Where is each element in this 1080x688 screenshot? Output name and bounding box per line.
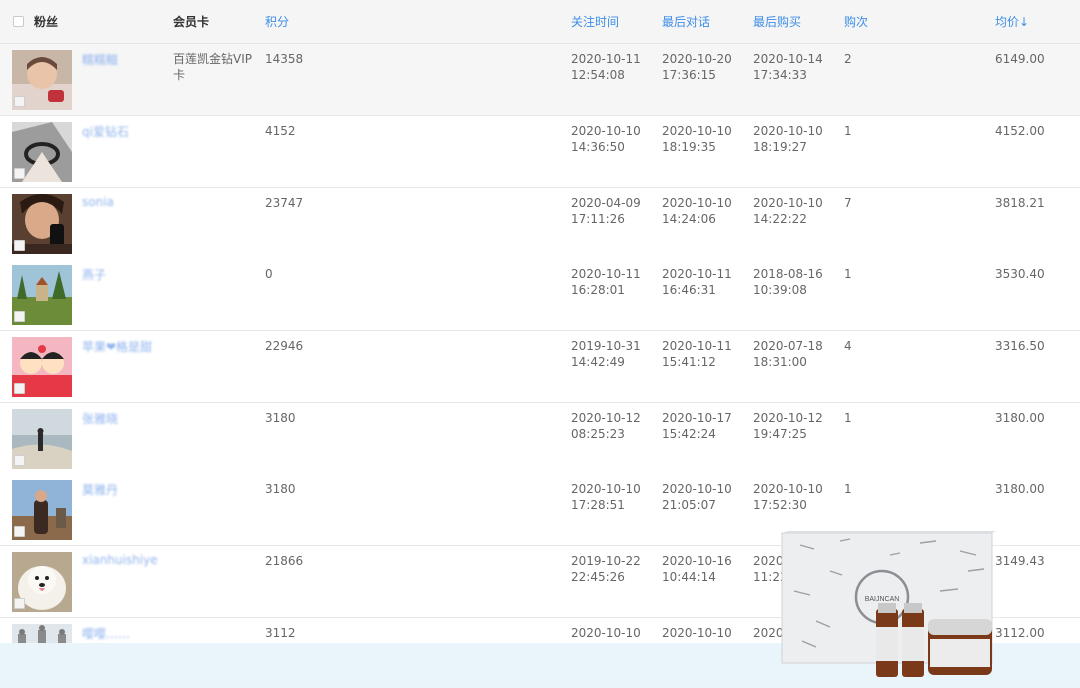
row-checkbox[interactable] bbox=[14, 96, 25, 107]
avg-price: 3149.43 bbox=[995, 554, 1045, 568]
fan-name-link[interactable]: qi爱钻石 bbox=[82, 123, 129, 140]
table-row: sonia 23747 2020-04-09 17:11:26 2020-10-1… bbox=[0, 188, 1080, 260]
buy-count: 4 bbox=[844, 339, 852, 353]
buy-count: 1 bbox=[844, 124, 852, 138]
last-chat-time: 2020-10-10 21:05:07 bbox=[662, 482, 732, 512]
last-buy-time: 2020-10-12 19:47:25 bbox=[753, 411, 823, 441]
column-header-points[interactable]: 积分 bbox=[265, 15, 289, 29]
follow-time: 2019-10-22 22:45:26 bbox=[571, 554, 641, 584]
avatar[interactable] bbox=[12, 50, 72, 110]
select-all-checkbox[interactable] bbox=[13, 16, 24, 27]
fan-name-link[interactable]: 糯糯糍 bbox=[82, 51, 118, 68]
avatar[interactable] bbox=[12, 409, 72, 469]
avg-price: 3180.00 bbox=[995, 411, 1045, 425]
last-buy-time: 2020-10-10 14:22:22 bbox=[753, 196, 823, 226]
follow-time: 2019-10-31 14:42:49 bbox=[571, 339, 641, 369]
fan-name-link[interactable]: 张雅晓 bbox=[82, 410, 118, 427]
avg-price: 3818.21 bbox=[995, 196, 1045, 210]
row-checkbox[interactable] bbox=[14, 168, 25, 179]
last-buy-time: 2020-10-14 17:34:33 bbox=[753, 52, 823, 82]
follow-time: 2020-04-09 17:11:26 bbox=[571, 196, 641, 226]
fan-name-link[interactable]: sonia bbox=[82, 195, 114, 209]
points: 3112 bbox=[265, 626, 296, 640]
avg-price: 3530.40 bbox=[995, 267, 1045, 281]
column-header-fans: 粉丝 bbox=[34, 15, 59, 29]
last-chat-time: 2020-10-17 15:42:24 bbox=[662, 411, 732, 441]
points: 3180 bbox=[265, 482, 296, 496]
avg-price: 3180.00 bbox=[995, 482, 1045, 496]
points: 21866 bbox=[265, 554, 304, 568]
table-row: 张雅晓 3180 2020-10-12 08:25:23 2020-10-17 15… bbox=[0, 403, 1080, 475]
column-header-last-chat[interactable]: 最后对话 bbox=[662, 15, 710, 29]
points: 3180 bbox=[265, 411, 296, 425]
last-chat-time: 2020-10-11 15:41:12 bbox=[662, 339, 732, 369]
column-header-last-buy[interactable]: 最后购买 bbox=[753, 15, 801, 29]
last-buy-time: 2018-08-16 10:39:08 bbox=[753, 267, 823, 297]
points: 22946 bbox=[265, 339, 304, 353]
fan-name-link[interactable]: xianhuishiye bbox=[82, 553, 158, 567]
buy-count: 1 bbox=[844, 267, 852, 281]
row-checkbox[interactable] bbox=[14, 240, 25, 251]
buy-count: 1 bbox=[844, 482, 852, 496]
row-checkbox[interactable] bbox=[14, 383, 25, 394]
avg-price: 6149.00 bbox=[995, 52, 1045, 66]
points: 0 bbox=[265, 267, 273, 281]
avg-price: 3112.00 bbox=[995, 626, 1045, 640]
last-chat-time: 2020-10-20 17:36:15 bbox=[662, 52, 732, 82]
table-row: qi爱钻石 4152 2020-10-10 14:36:50 2020-10-10… bbox=[0, 116, 1080, 188]
table-row: 糯糯糍 百莲凯金钻VIP卡 14358 2020-10-11 12:54:08 2… bbox=[0, 44, 1080, 116]
avatar[interactable] bbox=[12, 122, 72, 182]
row-checkbox[interactable] bbox=[14, 311, 25, 322]
follow-time: 2020-10-10 17:28:51 bbox=[571, 482, 641, 512]
fan-name-link[interactable]: 燕子 bbox=[82, 266, 106, 283]
avatar[interactable] bbox=[12, 194, 72, 254]
buy-count: 2 bbox=[844, 52, 852, 66]
follow-time: 2020-10-11 12:54:08 bbox=[571, 52, 641, 82]
last-buy-time: 2020-10-10 17:52:30 bbox=[753, 482, 823, 512]
points: 4152 bbox=[265, 124, 296, 138]
table-row: 燕子 0 2020-10-11 16:28:01 2020-10-11 16:46:… bbox=[0, 259, 1080, 331]
avatar[interactable] bbox=[12, 337, 72, 397]
last-buy-time: 2020-10-10 18:19:27 bbox=[753, 124, 823, 154]
table-header: 粉丝 会员卡 积分 关注时间 最后对话 最后购买 购次 均价↓ bbox=[0, 0, 1080, 44]
last-chat-time: 2020-10-16 10:44:14 bbox=[662, 554, 732, 584]
row-checkbox[interactable] bbox=[14, 598, 25, 609]
avatar[interactable] bbox=[12, 552, 72, 612]
fan-name-link[interactable]: 苹果❤格是甜 bbox=[82, 338, 152, 355]
last-chat-time: 2020-10-10 18:19:35 bbox=[662, 124, 732, 154]
last-buy-time: 2020-07-18 18:31:00 bbox=[753, 339, 823, 369]
member-card: 百莲凯金钻VIP卡 bbox=[173, 52, 252, 82]
avg-price: 4152.00 bbox=[995, 124, 1045, 138]
column-header-avg-price[interactable]: 均价↓ bbox=[995, 15, 1029, 29]
avg-price: 3316.50 bbox=[995, 339, 1045, 353]
column-header-card: 会员卡 bbox=[173, 15, 210, 29]
last-chat-time: 2020-10-10 14:24:06 bbox=[662, 196, 732, 226]
follow-time: 2020-10-10 bbox=[571, 626, 641, 640]
fan-name-link[interactable]: 嘤嘤…… bbox=[82, 625, 130, 642]
points: 23747 bbox=[265, 196, 304, 210]
column-header-buy-count[interactable]: 购次 bbox=[844, 15, 868, 29]
follow-time: 2020-10-10 14:36:50 bbox=[571, 124, 641, 154]
buy-count: 1 bbox=[844, 411, 852, 425]
avatar[interactable] bbox=[12, 480, 72, 540]
fan-name-link[interactable]: 莫雅丹 bbox=[82, 481, 118, 498]
avatar[interactable] bbox=[12, 265, 72, 325]
points: 14358 bbox=[265, 52, 304, 66]
follow-time: 2020-10-11 16:28:01 bbox=[571, 267, 641, 297]
row-checkbox[interactable] bbox=[14, 526, 25, 537]
svg-text:BAIJNCAN: BAIJNCAN bbox=[865, 596, 900, 603]
last-chat-time: 2020-10-11 16:46:31 bbox=[662, 267, 732, 297]
row-checkbox[interactable] bbox=[14, 455, 25, 466]
last-chat-time: 2020-10-10 bbox=[662, 626, 732, 640]
follow-time: 2020-10-12 08:25:23 bbox=[571, 411, 641, 441]
product-box-image: BAIJNCAN bbox=[780, 531, 996, 688]
table-row: 苹果❤格是甜 22946 2019-10-31 14:42:49 2020-10-… bbox=[0, 331, 1080, 403]
column-header-follow-time[interactable]: 关注时间 bbox=[571, 15, 619, 29]
buy-count: 7 bbox=[844, 196, 852, 210]
